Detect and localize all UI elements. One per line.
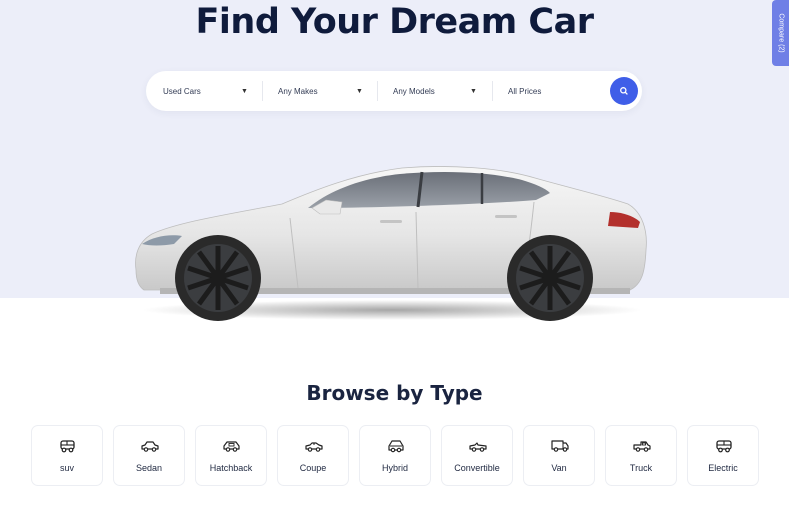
coupe-icon xyxy=(305,442,323,452)
type-label: Hybrid xyxy=(381,463,408,473)
condition-select[interactable]: Used Cars ▼ xyxy=(163,71,263,111)
car-image xyxy=(135,166,647,321)
divider xyxy=(377,81,378,101)
type-label: Sedan xyxy=(135,463,163,473)
type-label: Hatchback xyxy=(209,463,253,473)
chevron-down-icon: ▼ xyxy=(470,87,477,95)
van-icon xyxy=(551,440,569,452)
type-card-coupe[interactable]: Coupe xyxy=(277,425,349,486)
type-label: Truck xyxy=(629,463,653,473)
price-select-value: All Prices xyxy=(508,86,542,96)
search-bar: Used Cars ▼ Any Makes ▼ Any Models ▼ All… xyxy=(146,71,642,111)
compare-tab[interactable]: Compare (2) xyxy=(772,0,789,66)
hatchback-icon xyxy=(223,441,240,452)
suv-icon xyxy=(60,440,75,453)
page-title: Find Your Dream Car xyxy=(195,2,595,42)
type-card-truck[interactable]: Truck xyxy=(605,425,677,486)
search-icon xyxy=(620,87,628,95)
browse-by-type-heading: Browse by Type xyxy=(306,381,483,405)
make-select[interactable]: Any Makes ▼ xyxy=(278,71,378,111)
chevron-down-icon: ▼ xyxy=(356,87,363,95)
divider xyxy=(492,81,493,101)
type-card-suv[interactable]: suv xyxy=(31,425,103,486)
price-select[interactable]: All Prices xyxy=(508,71,603,111)
divider xyxy=(262,81,263,101)
type-card-sedan[interactable]: Sedan xyxy=(113,425,185,486)
model-select-value: Any Models xyxy=(393,86,435,96)
type-card-electric[interactable]: Electric xyxy=(687,425,759,486)
search-button[interactable] xyxy=(610,77,638,105)
compare-tab-label: Compare (2) xyxy=(777,13,784,53)
sedan-icon xyxy=(141,441,159,452)
type-card-van[interactable]: Van xyxy=(523,425,595,486)
type-card-hatchback[interactable]: Hatchback xyxy=(195,425,267,486)
condition-select-value: Used Cars xyxy=(163,86,201,96)
truck-icon xyxy=(633,441,651,452)
make-select-value: Any Makes xyxy=(278,86,318,96)
model-select[interactable]: Any Models ▼ xyxy=(393,71,493,111)
type-label: Van xyxy=(551,463,567,473)
type-card-hybrid[interactable]: Hybrid xyxy=(359,425,431,486)
type-label: suv xyxy=(59,463,74,473)
type-label: Electric xyxy=(708,463,738,473)
hybrid-icon xyxy=(388,440,404,453)
electric-icon xyxy=(716,440,732,453)
convertible-icon xyxy=(469,442,487,452)
type-card-convertible[interactable]: Convertible xyxy=(441,425,513,486)
chevron-down-icon: ▼ xyxy=(241,87,248,95)
type-label: Convertible xyxy=(454,463,500,473)
type-label: Coupe xyxy=(299,463,327,473)
